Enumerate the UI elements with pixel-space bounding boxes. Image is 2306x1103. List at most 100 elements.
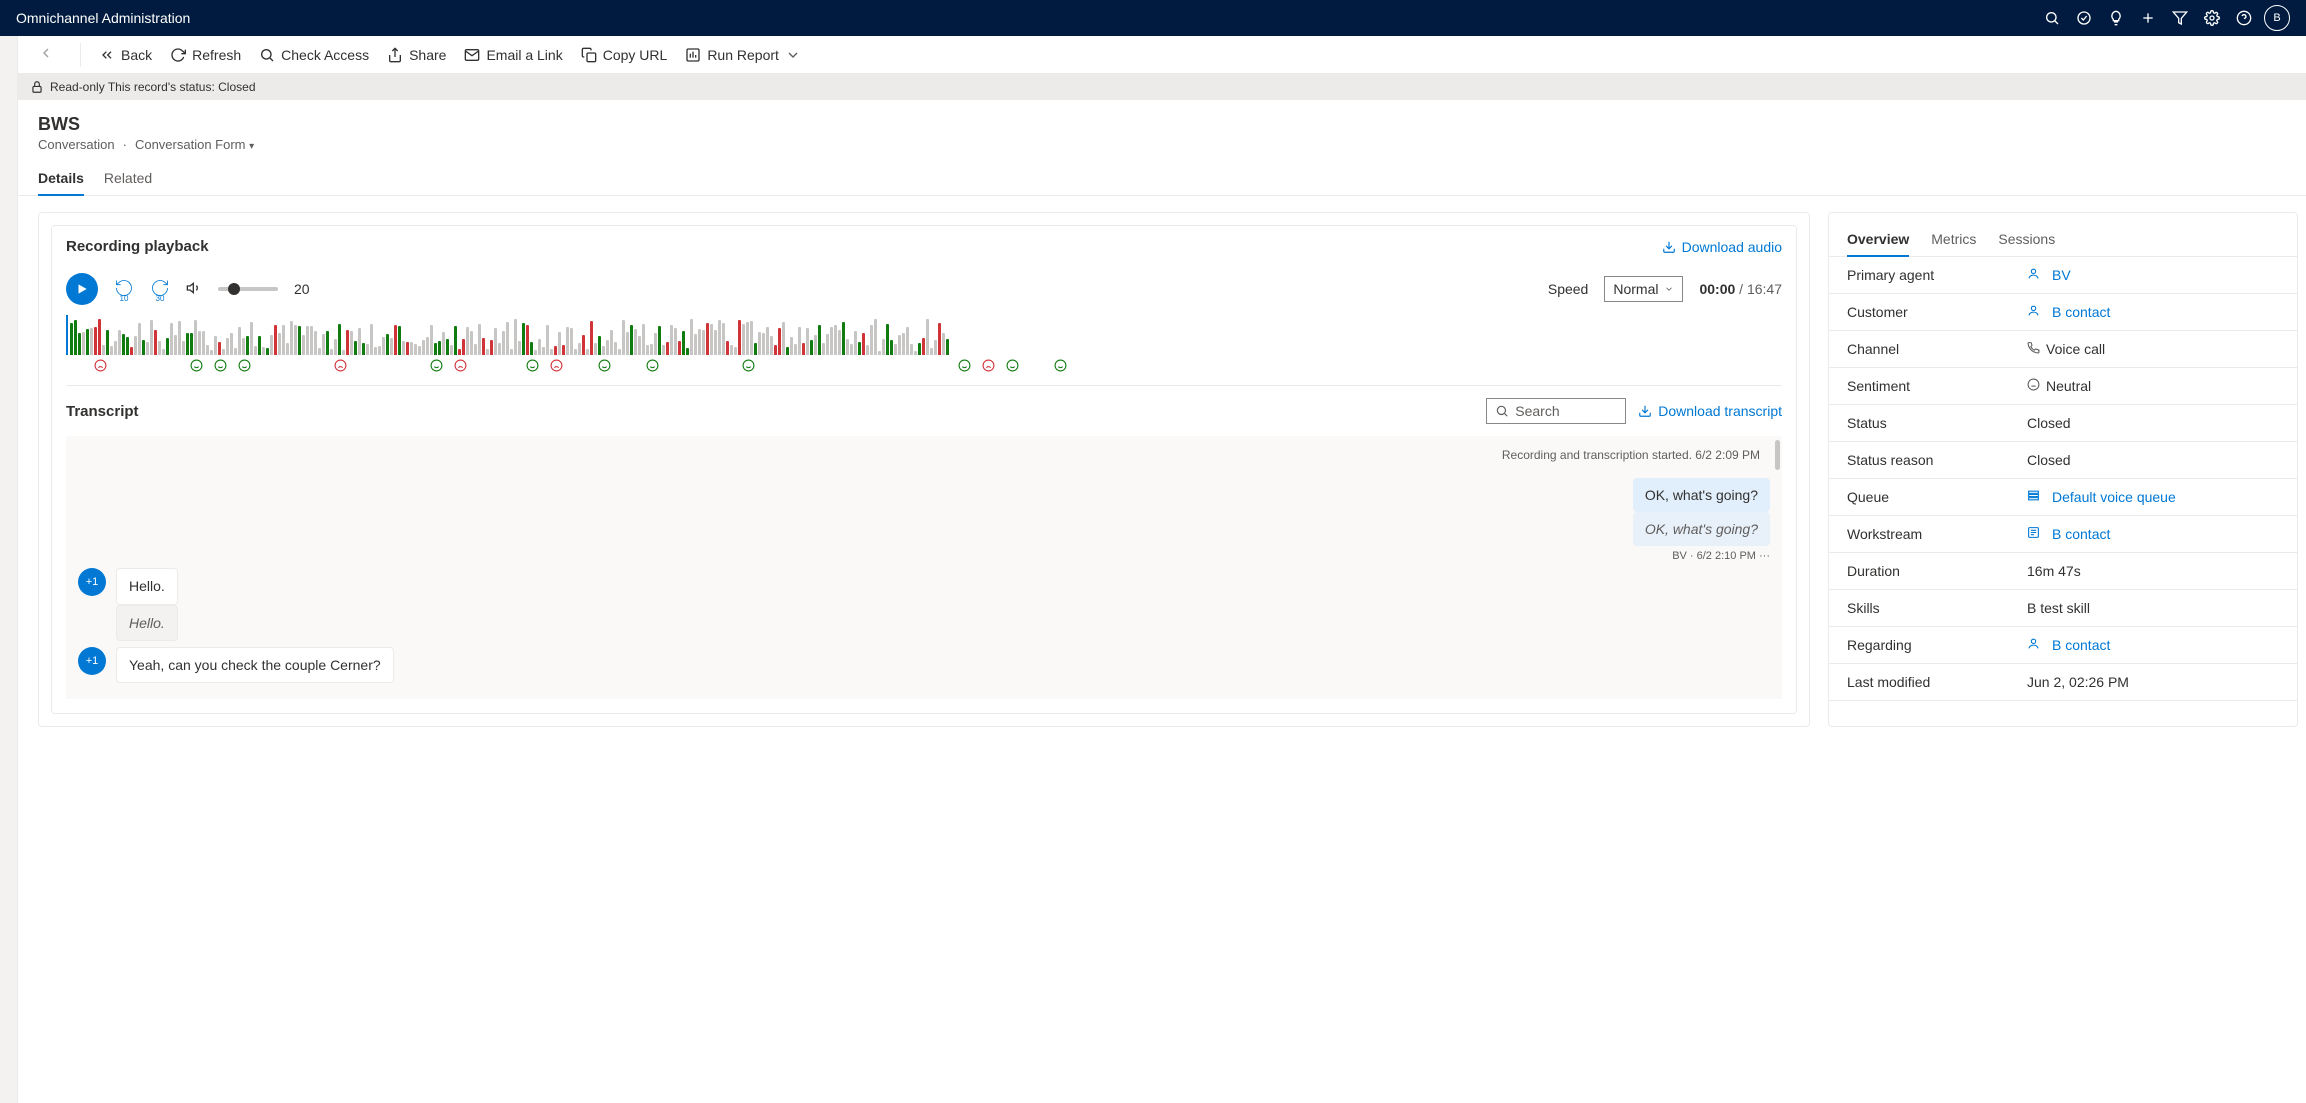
field-value: B test skill <box>2027 600 2279 616</box>
speed-label: Speed <box>1548 281 1588 297</box>
transcript-body: Recording and transcription started. 6/2… <box>66 436 1782 699</box>
tab-details[interactable]: Details <box>38 162 84 196</box>
settings-icon[interactable] <box>2196 2 2228 34</box>
field-value: Neutral <box>2027 378 2279 394</box>
form-selector[interactable]: Conversation Form ▾ <box>135 137 254 152</box>
skip-back-button[interactable]: 10 <box>114 278 134 301</box>
lightbulb-icon[interactable] <box>2100 2 2132 34</box>
field-label: Skills <box>1847 600 2027 616</box>
waveform[interactable] <box>52 315 1796 385</box>
download-transcript-label: Download transcript <box>1658 403 1782 419</box>
copy-url-button[interactable]: Copy URL <box>581 47 668 63</box>
speed-select[interactable]: Normal <box>1604 276 1683 302</box>
right-tabs: Overview Metrics Sessions <box>1829 219 2297 257</box>
left-column: Recording playback Download audio 10 <box>38 212 1810 727</box>
field-status: StatusClosed <box>1829 405 2297 442</box>
field-value[interactable]: B contact <box>2027 304 2279 320</box>
field-customer: CustomerB contact <box>1829 294 2297 331</box>
back-button[interactable]: Back <box>99 47 152 63</box>
smile-icon <box>526 359 539 372</box>
field-value[interactable]: B contact <box>2027 526 2279 542</box>
email-link-label: Email a Link <box>486 47 562 63</box>
email-link-button[interactable]: Email a Link <box>464 47 562 63</box>
assistant-icon[interactable] <box>2068 2 2100 34</box>
person-icon <box>2027 267 2040 283</box>
customer-message: Yeah, can you check the couple Cerner? <box>116 647 394 683</box>
tab-sessions[interactable]: Sessions <box>1998 223 2055 256</box>
field-value: Voice call <box>2027 341 2279 357</box>
field-sentiment: SentimentNeutral <box>1829 368 2297 405</box>
collapsed-nav[interactable] <box>0 36 18 1103</box>
volume-slider[interactable] <box>218 287 278 291</box>
field-label: Queue <box>1847 489 2027 505</box>
share-label: Share <box>409 47 446 63</box>
play-button[interactable] <box>66 273 98 305</box>
add-icon[interactable] <box>2132 2 2164 34</box>
smile-icon <box>430 359 443 372</box>
app-title: Omnichannel Administration <box>16 10 2036 26</box>
banner-text: Read-only This record's status: Closed <box>50 80 256 94</box>
run-report-label: Run Report <box>707 47 779 63</box>
participant-badge: +1 <box>78 647 106 675</box>
filter-icon[interactable] <box>2164 2 2196 34</box>
download-transcript-link[interactable]: Download transcript <box>1638 403 1782 419</box>
page-header: BWS Conversation · Conversation Form ▾ <box>18 100 2306 156</box>
smile-icon <box>598 359 611 372</box>
tab-overview[interactable]: Overview <box>1847 223 1909 257</box>
field-regarding: RegardingB contact <box>1829 627 2297 664</box>
transcript-search[interactable]: Search <box>1486 398 1626 424</box>
field-value[interactable]: Default voice queue <box>2027 489 2279 505</box>
smile-icon <box>742 359 755 372</box>
form-tabs: Details Related <box>18 156 2306 196</box>
frown-icon <box>94 359 107 372</box>
field-value: Closed <box>2027 452 2279 468</box>
time-display: 00:00 / 16:47 <box>1699 281 1782 297</box>
global-navbar: Omnichannel Administration B <box>0 0 2306 36</box>
field-label: Last modified <box>1847 674 2027 690</box>
field-label: Regarding <box>1847 637 2027 653</box>
share-button[interactable]: Share <box>387 47 446 63</box>
person-icon <box>2027 637 2040 653</box>
skip-forward-button[interactable]: 30 <box>150 278 170 301</box>
volume-value: 20 <box>294 281 310 297</box>
back-label: Back <box>121 47 152 63</box>
frown-icon <box>550 359 563 372</box>
recording-section: Recording playback Download audio 10 <box>51 225 1797 714</box>
smile-icon <box>190 359 203 372</box>
customer-message-translated: Hello. <box>116 605 178 641</box>
search-icon <box>1495 404 1509 418</box>
field-value: Closed <box>2027 415 2279 431</box>
chevron-down-icon <box>785 47 801 63</box>
back-arrow-icon[interactable] <box>30 45 62 64</box>
field-label: Primary agent <box>1847 267 2027 283</box>
scrollbar[interactable] <box>1775 440 1780 470</box>
field-value[interactable]: B contact <box>2027 637 2279 653</box>
check-access-button[interactable]: Check Access <box>259 47 369 63</box>
help-icon[interactable] <box>2228 2 2260 34</box>
field-duration: Duration16m 47s <box>1829 553 2297 590</box>
run-report-button[interactable]: Run Report <box>685 47 801 63</box>
entity-label: Conversation <box>38 137 115 152</box>
field-queue: QueueDefault voice queue <box>1829 479 2297 516</box>
player-controls: 10 30 20 Speed Normal <box>52 267 1796 315</box>
download-icon <box>1638 404 1652 418</box>
smile-icon <box>238 359 251 372</box>
search-icon[interactable] <box>2036 2 2068 34</box>
smile-icon <box>646 359 659 372</box>
refresh-label: Refresh <box>192 47 241 63</box>
tab-metrics[interactable]: Metrics <box>1931 223 1976 256</box>
field-value: Jun 2, 02:26 PM <box>2027 674 2279 690</box>
refresh-button[interactable]: Refresh <box>170 47 241 63</box>
copy-url-label: Copy URL <box>603 47 668 63</box>
volume-icon[interactable] <box>186 280 202 299</box>
field-label: Status <box>1847 415 2027 431</box>
command-bar: Back Refresh Check Access Share Email a … <box>18 36 2306 74</box>
phone-icon <box>2027 342 2040 357</box>
download-audio-link[interactable]: Download audio <box>1662 239 1782 255</box>
tab-related[interactable]: Related <box>104 162 152 195</box>
field-value[interactable]: BV <box>2027 267 2279 283</box>
user-avatar[interactable]: B <box>2264 5 2290 31</box>
agent-message: OK, what's going? <box>1633 478 1770 512</box>
sentiment-markers <box>66 355 1782 379</box>
field-channel: ChannelVoice call <box>1829 331 2297 368</box>
